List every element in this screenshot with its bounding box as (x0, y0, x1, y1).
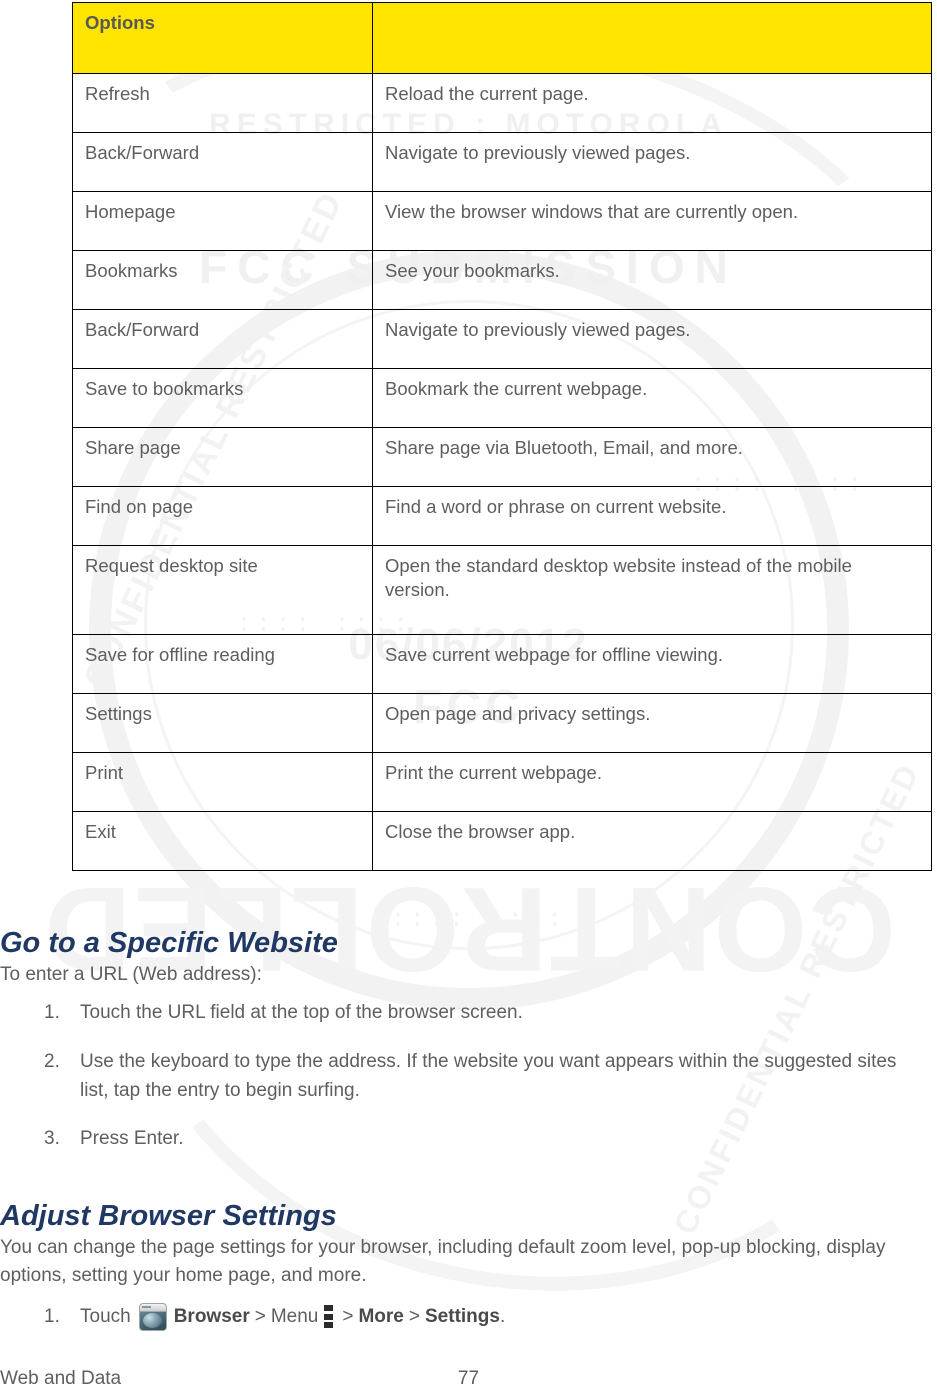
table-row: Request desktop site Open the standard d… (72, 545, 932, 635)
table-row: Share page Share page via Bluetooth, Ema… (72, 427, 932, 487)
browser-app-icon (138, 1302, 167, 1331)
options-table-body: Options Refresh Reload the current page.… (72, 2, 932, 871)
option-description: Bookmark the current webpage. (372, 368, 932, 428)
option-description: Reload the current page. (372, 73, 932, 133)
list-item-text: Touch Browser > Menu > More > Settings. (80, 1302, 914, 1331)
option-description: Save current webpage for offline viewing… (372, 634, 932, 694)
table-row: Back/Forward Navigate to previously view… (72, 132, 932, 192)
option-description: Share page via Bluetooth, Email, and mor… (372, 427, 932, 487)
settings-label: Settings (425, 1306, 500, 1327)
option-description: Open page and privacy settings. (372, 693, 932, 753)
option-name: Request desktop site (72, 545, 373, 635)
option-name: Exit (72, 811, 373, 871)
list-item: 1. Touch Browser > Menu > More > Setting… (44, 1302, 914, 1331)
list-item-number: 1. (44, 1002, 60, 1023)
table-row: Back/Forward Navigate to previously view… (72, 309, 932, 369)
option-description: Find a word or phrase on current website… (372, 486, 932, 546)
table-header-row: Options (72, 2, 932, 74)
list-item-text: Press Enter. (80, 1128, 184, 1149)
goto-website-intro: To enter a URL (Web address): (0, 964, 262, 985)
column-header-description (372, 2, 932, 74)
list-item-number: 2. (44, 1051, 60, 1072)
option-description: See your bookmarks. (372, 250, 932, 310)
list-item: 3. Press Enter. (44, 1124, 914, 1153)
option-description: Print the current webpage. (372, 752, 932, 812)
browser-icon-titlebar (139, 1303, 166, 1312)
option-description: Navigate to previously viewed pages. (372, 132, 932, 192)
footer-page-number: 77 (457, 1368, 480, 1389)
browser-icon-globe (142, 1312, 162, 1328)
page-footer: Web and Data 77 (0, 1368, 937, 1398)
touch-label: Touch (80, 1306, 131, 1327)
table-row: Exit Close the browser app. (72, 811, 932, 871)
section-heading-adjust-browser: Adjust Browser Settings (0, 1200, 337, 1233)
option-name: Save for offline reading (72, 634, 373, 694)
separator-2: > (342, 1306, 354, 1327)
table-row: Save for offline reading Save current we… (72, 634, 932, 694)
option-description: View the browser windows that are curren… (372, 191, 932, 251)
separator-3: > (408, 1306, 420, 1327)
browser-options-table: Options Refresh Reload the current page.… (72, 2, 932, 871)
option-name: Share page (72, 427, 373, 487)
option-description: Close the browser app. (372, 811, 932, 871)
option-name: Bookmarks (72, 250, 373, 310)
section-heading-goto-website: Go to a Specific Website (0, 927, 338, 960)
list-item: 1. Touch the URL field at the top of the… (44, 998, 914, 1027)
list-item-number: 1. (44, 1306, 60, 1327)
watermark-dots-3: :::: :::: (390, 904, 567, 934)
separator-1: > (254, 1306, 266, 1327)
menu-label: Menu (270, 1306, 319, 1327)
option-name: Homepage (72, 191, 373, 251)
option-name: Print (72, 752, 373, 812)
more-label: More (358, 1306, 404, 1327)
table-row: Refresh Reload the current page. (72, 73, 932, 133)
table-row: Find on page Find a word or phrase on cu… (72, 486, 932, 546)
table-row: Print Print the current webpage. (72, 752, 932, 812)
option-description: Open the standard desktop website instea… (372, 545, 932, 635)
browser-label: Browser (173, 1306, 250, 1327)
table-row: Settings Open page and privacy settings. (72, 693, 932, 753)
table-row: Bookmarks See your bookmarks. (72, 250, 932, 310)
column-header-options: Options (72, 2, 373, 74)
table-row: Save to bookmarks Bookmark the current w… (72, 368, 932, 428)
option-name: Back/Forward (72, 132, 373, 192)
list-item-text: Touch the URL field at the top of the br… (80, 1002, 523, 1023)
period: . (499, 1306, 506, 1327)
option-name: Save to bookmarks (72, 368, 373, 428)
list-item-number: 3. (44, 1128, 60, 1149)
adjust-browser-intro: You can change the page settings for you… (0, 1237, 886, 1286)
overflow-menu-icon (324, 1305, 334, 1329)
option-description: Navigate to previously viewed pages. (372, 309, 932, 369)
option-name: Settings (72, 693, 373, 753)
list-item: 2. Use the keyboard to type the address.… (44, 1047, 914, 1106)
table-row: Homepage View the browser windows that a… (72, 191, 932, 251)
option-name: Back/Forward (72, 309, 373, 369)
option-name: Refresh (72, 73, 373, 133)
list-item-text: Use the keyboard to type the address. If… (80, 1051, 897, 1102)
option-name: Find on page (72, 486, 373, 546)
